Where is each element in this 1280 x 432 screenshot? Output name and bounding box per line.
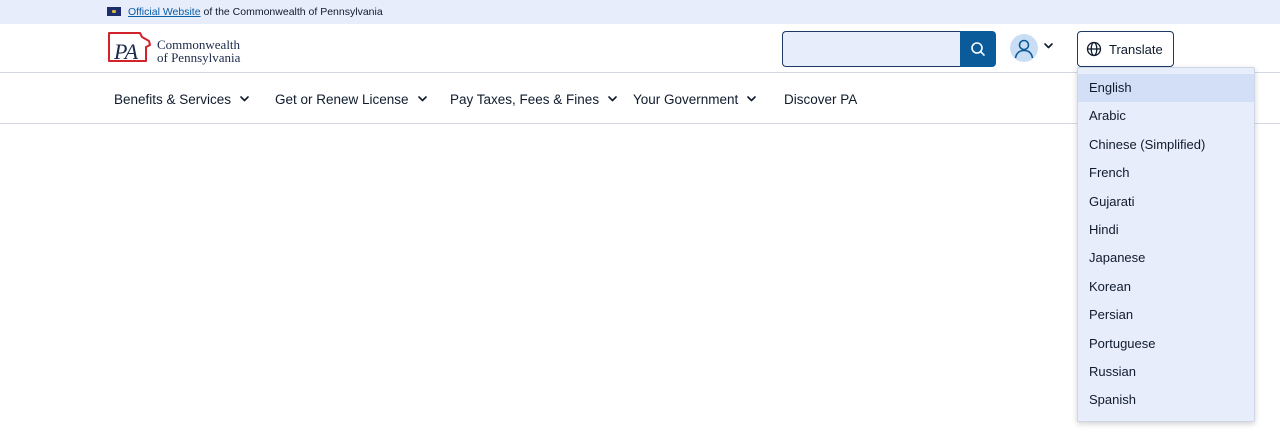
language-option-spanish[interactable]: Spanish (1078, 386, 1254, 414)
official-banner-text: Official Website of the Commonwealth of … (128, 6, 383, 18)
nav-item-label: Your Government (633, 91, 739, 107)
search-icon (971, 42, 985, 56)
logo-line-2: of Pennsylvania (157, 50, 241, 65)
language-option-french[interactable]: French (1078, 159, 1254, 187)
nav-item-label: Discover PA (784, 91, 858, 107)
language-option-russian[interactable]: Russian (1078, 358, 1254, 386)
language-menu: English Arabic Chinese (Simplified) Fren… (1077, 67, 1255, 422)
nav-get-renew-license[interactable]: Get or Renew License (275, 91, 427, 107)
official-banner-suffix: of the Commonwealth of Pennsylvania (203, 6, 383, 18)
chevron-down-icon (240, 96, 249, 102)
chevron-down-icon (417, 96, 427, 102)
user-icon (1014, 39, 1034, 59)
site-header: PA Commonwealth of Pennsylvania Translat… (0, 24, 1280, 73)
language-option-korean[interactable]: Korean (1078, 273, 1254, 301)
search-button[interactable] (960, 31, 996, 67)
translate-button[interactable]: Translate (1077, 31, 1174, 67)
nav-pay-taxes-fees-fines[interactable]: Pay Taxes, Fees & Fines (450, 91, 617, 107)
nav-item-label: Benefits & Services (114, 91, 232, 107)
language-option-chinese-simplified[interactable]: Chinese (Simplified) (1078, 131, 1254, 159)
language-option-gujarati[interactable]: Gujarati (1078, 188, 1254, 216)
pa-logo-mark-icon: PA (108, 32, 151, 64)
language-option-hindi[interactable]: Hindi (1078, 216, 1254, 244)
globe-icon (1086, 41, 1102, 57)
official-banner: Official Website of the Commonwealth of … (0, 0, 1280, 24)
nav-your-government[interactable]: Your Government (633, 91, 757, 107)
pa-flag-icon (107, 7, 121, 16)
translate-label: Translate (1109, 41, 1163, 57)
nav-discover-pa[interactable]: Discover PA (784, 91, 857, 107)
pa-logo[interactable]: PA Commonwealth of Pennsylvania (106, 31, 258, 67)
language-option-english[interactable]: English (1078, 74, 1254, 103)
nav-item-label: Get or Renew License (275, 91, 409, 107)
language-option-arabic[interactable]: Arabic (1078, 102, 1254, 130)
pa-logo-mark-text: PA (113, 39, 139, 64)
language-option-portuguese[interactable]: Portuguese (1078, 330, 1254, 358)
nav-item-label: Pay Taxes, Fees & Fines (450, 91, 600, 107)
search-input[interactable] (782, 31, 962, 67)
account-menu-button[interactable] (1010, 34, 1056, 64)
chevron-down-icon (608, 96, 617, 102)
language-option-persian[interactable]: Persian (1078, 301, 1254, 329)
avatar (1010, 34, 1038, 62)
language-option-japanese[interactable]: Japanese (1078, 244, 1254, 272)
official-website-link[interactable]: Official Website (128, 6, 201, 18)
nav-benefits-services[interactable]: Benefits & Services (114, 91, 249, 107)
logo-wordmark: Commonwealth of Pennsylvania (157, 38, 240, 64)
chevron-down-icon (1044, 43, 1053, 49)
chevron-down-icon (747, 96, 757, 102)
